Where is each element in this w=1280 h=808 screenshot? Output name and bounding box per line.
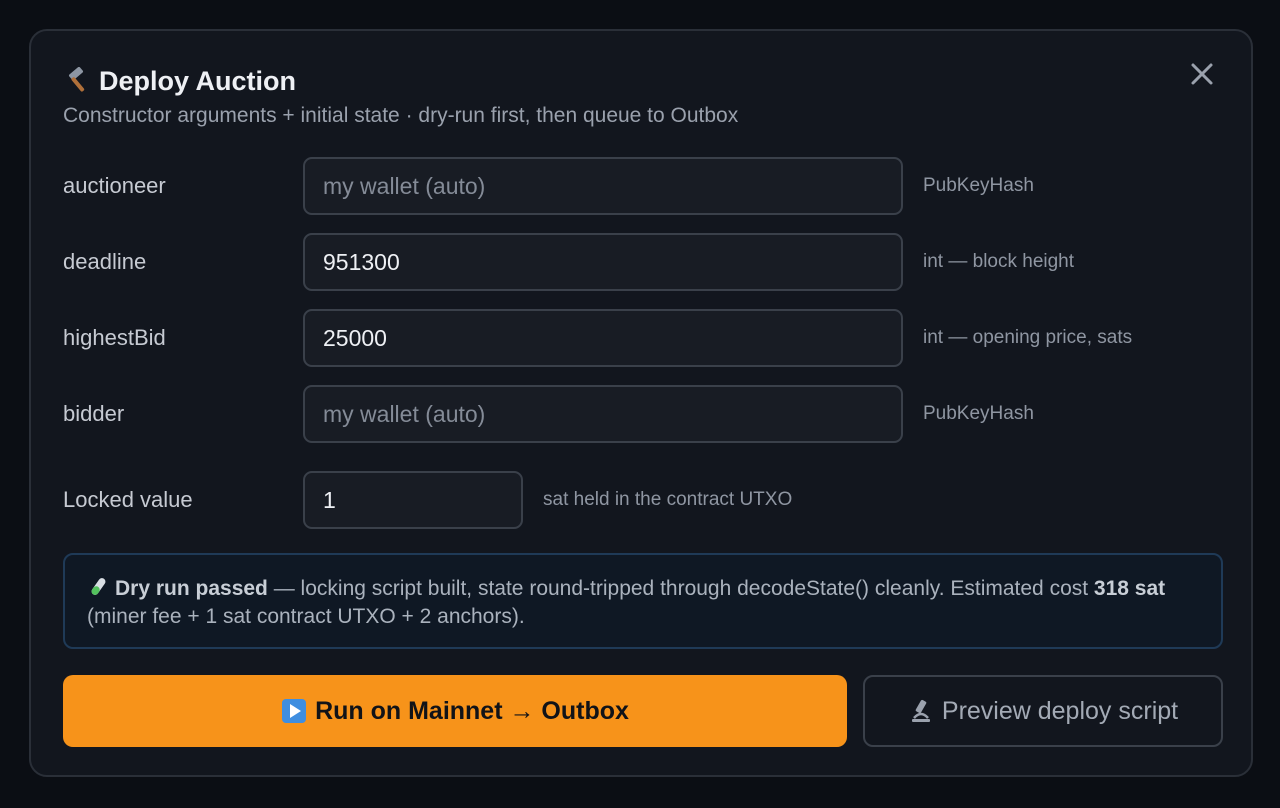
locked-value-input[interactable]: [303, 471, 523, 529]
field-hint-locked-value: sat held in the contract UTXO: [543, 489, 793, 510]
field-hint-highest-bid: int — opening price, sats: [923, 327, 1133, 348]
field-label-locked-value: Locked value: [63, 487, 193, 512]
field-label-highest-bid: highestBid: [63, 325, 166, 350]
dry-run-notice: Dry run passed — locking script built, s…: [63, 553, 1223, 649]
microscope-icon: [911, 699, 930, 722]
field-hint-auctioneer: PubKeyHash: [923, 175, 1034, 196]
highest-bid-input[interactable]: [303, 309, 903, 367]
deadline-input[interactable]: [303, 233, 903, 291]
play-icon: [282, 699, 307, 723]
test-tube-icon: [91, 578, 106, 595]
field-hint-bidder: PubKeyHash: [923, 403, 1034, 424]
dry-run-text-a: — locking script built, state round-trip…: [267, 577, 1094, 600]
dry-run-cost: 318 sat: [1093, 577, 1166, 600]
auctioneer-input[interactable]: [303, 157, 903, 215]
dialog-subtitle: Constructor arguments + initial state · …: [63, 104, 739, 127]
field-row-auctioneer: auctioneer PubKeyHash: [63, 157, 1034, 215]
preview-deploy-script-label: Preview deploy script: [941, 696, 1179, 725]
preview-deploy-script-button[interactable]: Preview deploy script: [863, 675, 1223, 747]
hammer-icon: [69, 67, 85, 92]
close-icon[interactable]: [1189, 61, 1215, 87]
field-row-highest-bid: highestBid int — opening price, sats: [63, 309, 1132, 367]
field-label-bidder: bidder: [63, 401, 125, 426]
deploy-dialog: Deploy Auction Constructor arguments + i…: [29, 29, 1253, 777]
run-on-mainnet-label: Run on Mainnet → Outbox: [315, 696, 629, 725]
bidder-input[interactable]: [303, 385, 903, 443]
run-on-mainnet-button[interactable]: Run on Mainnet → Outbox: [63, 675, 847, 747]
dry-run-text-b: (miner fee + 1 sat contract UTXO + 2 anc…: [87, 605, 525, 628]
field-row-bidder: bidder PubKeyHash: [63, 385, 1034, 443]
dialog-title: Deploy Auction: [99, 66, 297, 96]
dialog-title-row: Deploy Auction: [63, 65, 738, 97]
field-label-deadline: deadline: [63, 249, 147, 274]
dry-run-status: Dry run passed: [115, 577, 268, 600]
field-hint-deadline: int — block height: [923, 251, 1075, 272]
field-row-locked-value: Locked value sat held in the contract UT…: [63, 471, 792, 529]
dialog-header: Deploy Auction Constructor arguments + i…: [63, 65, 738, 129]
field-row-deadline: deadline int — block height: [63, 233, 1074, 291]
field-label-auctioneer: auctioneer: [63, 173, 166, 198]
